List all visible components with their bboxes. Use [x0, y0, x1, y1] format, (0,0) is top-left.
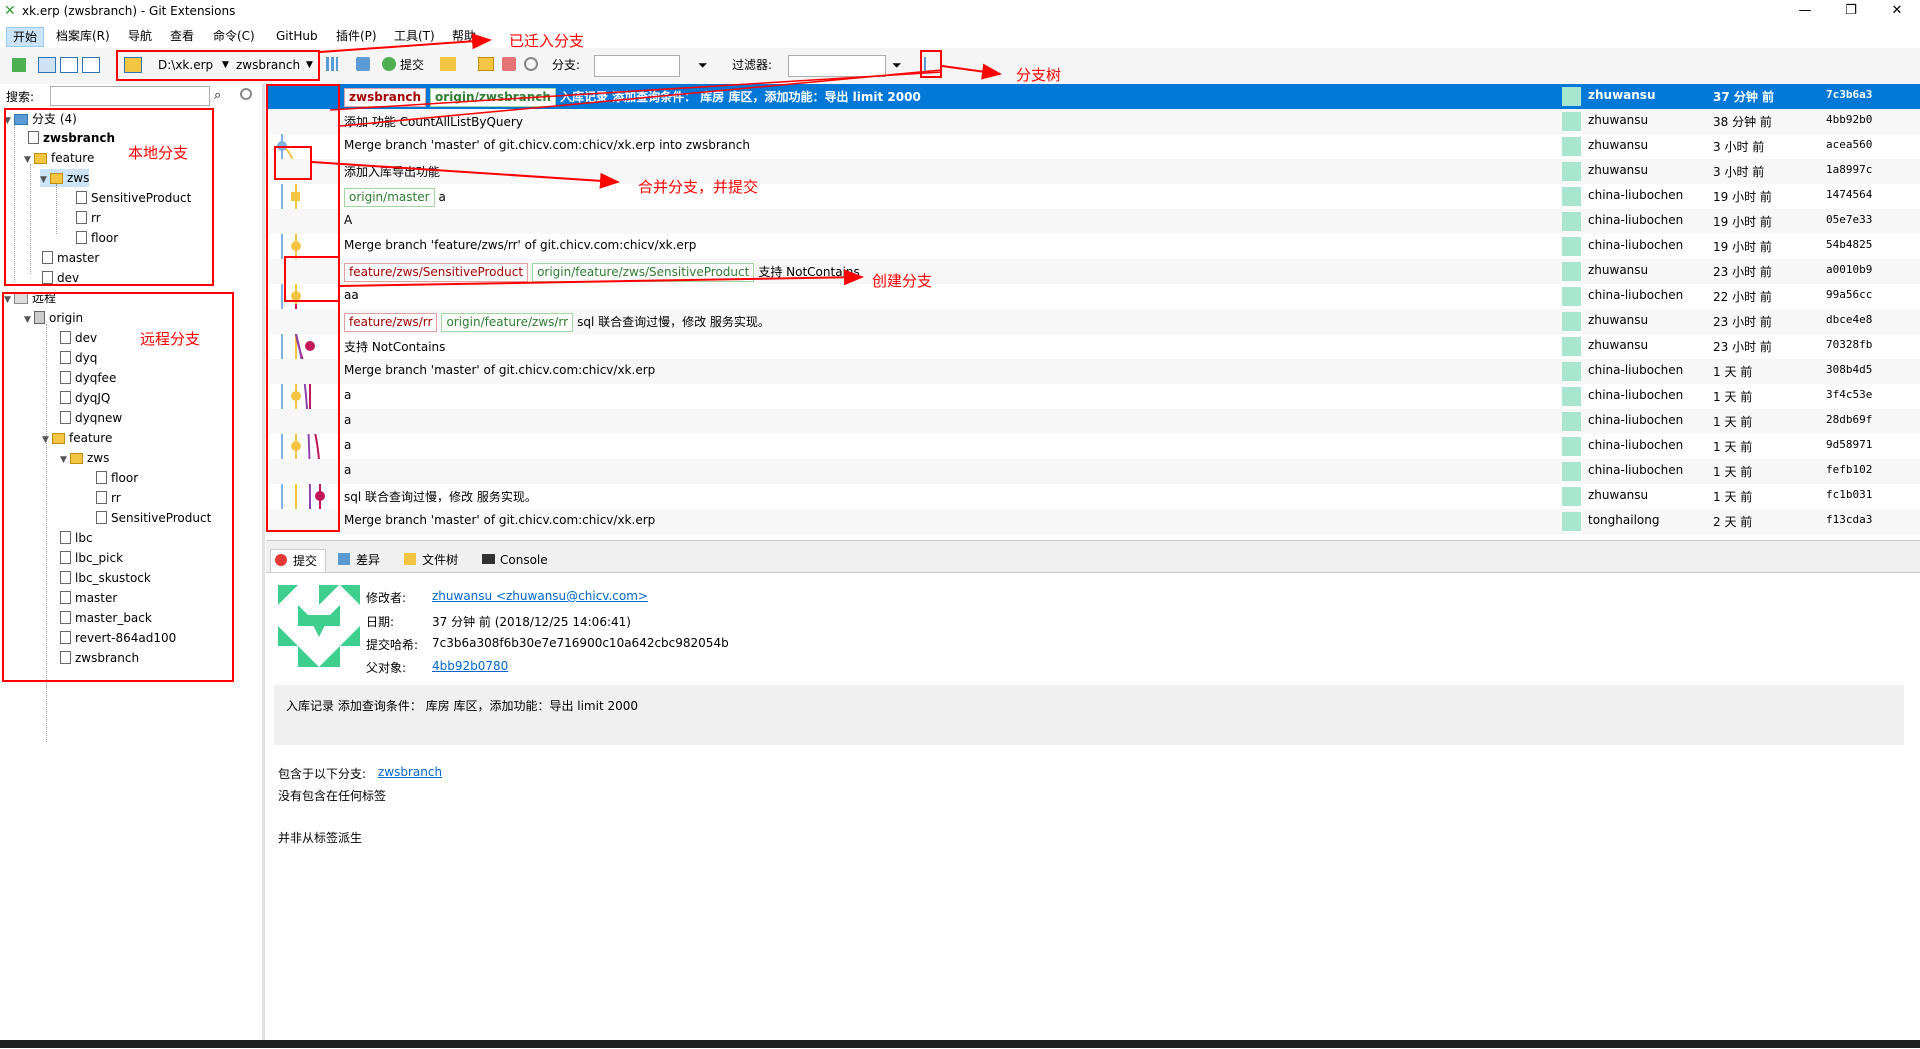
taskbar	[0, 1040, 1920, 1048]
annotation-remote-branches: 远程分支	[140, 330, 201, 348]
annotation-merge: 合并分支，并提交	[638, 178, 759, 196]
annotation-branch-tree: 分支树	[1016, 66, 1062, 84]
annotation-checked-out: 已迁入分支	[509, 32, 585, 50]
annotation-create: 创建分支	[872, 272, 933, 290]
annotation-local-branches: 本地分支	[128, 144, 189, 162]
annotation-arrows	[311, 33, 1002, 287]
